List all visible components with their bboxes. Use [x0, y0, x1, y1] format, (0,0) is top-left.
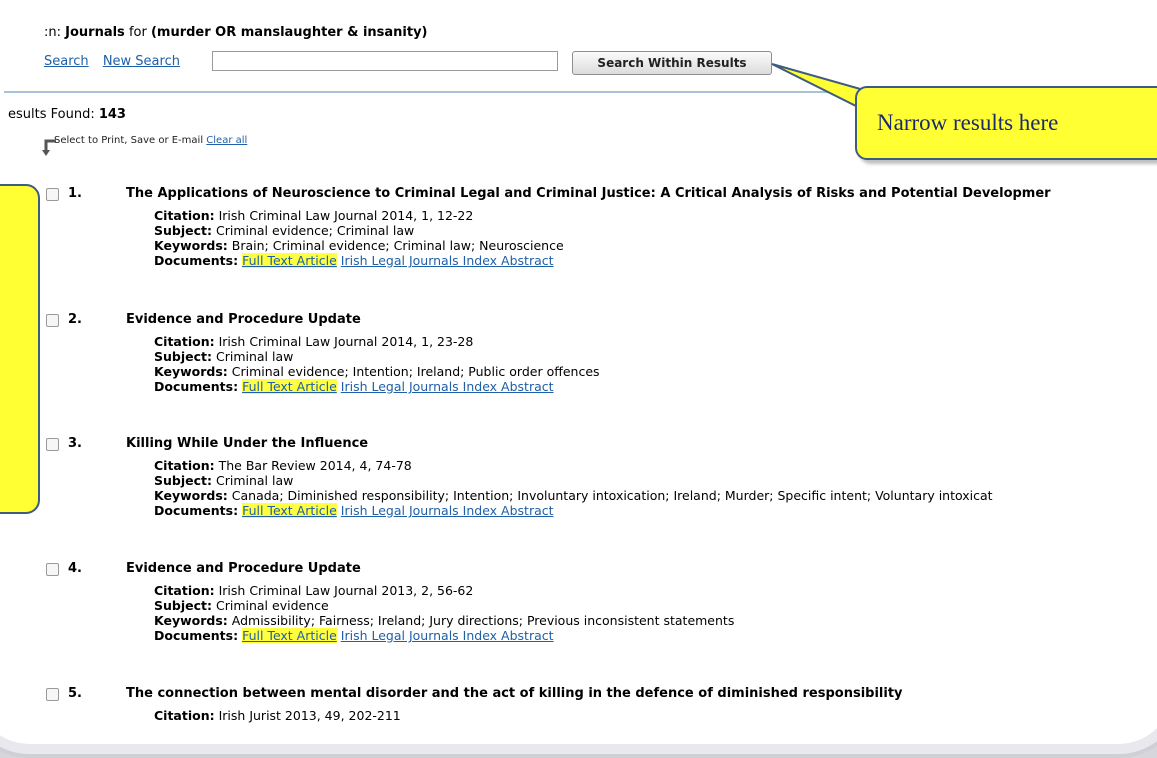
- keywords-label: Keywords:: [154, 488, 228, 503]
- search-link[interactable]: Search: [44, 54, 89, 69]
- callout-text: Narrow results here: [877, 110, 1059, 135]
- abstract-link[interactable]: Irish Legal Journals Index Abstract: [341, 253, 554, 268]
- result-subject: Subject: Criminal evidence; Criminal law: [154, 223, 414, 238]
- result-keywords: Keywords: Canada; Diminished responsibil…: [154, 488, 993, 503]
- for-label: for: [128, 25, 147, 40]
- result-title[interactable]: The Applications of Neuroscience to Crim…: [126, 186, 1051, 201]
- new-search-link[interactable]: New Search: [103, 54, 180, 69]
- search-prefix: :n:: [44, 25, 61, 40]
- citation-value: Irish Jurist 2013, 49, 202-211: [218, 708, 401, 723]
- citation-label: Citation:: [154, 708, 215, 723]
- result-citation: Citation: Irish Criminal Law Journal 201…: [154, 334, 473, 349]
- subject-value: Criminal law: [215, 473, 294, 488]
- result-documents: Documents: Full Text Article Irish Legal…: [154, 628, 554, 643]
- clear-all-link[interactable]: Clear all: [206, 135, 247, 146]
- documents-label: Documents:: [154, 253, 239, 268]
- callout-left-box: [0, 184, 40, 514]
- search-summary: :n: Journals for (murder OR manslaughter…: [44, 25, 428, 40]
- full-text-link[interactable]: Full Text Article: [242, 379, 337, 394]
- result-keywords: Keywords: Brain; Criminal evidence; Crim…: [154, 238, 564, 253]
- result-citation: Citation: Irish Jurist 2013, 49, 202-211: [154, 708, 401, 723]
- keywords-value: Brain; Criminal evidence; Criminal law; …: [231, 238, 564, 253]
- result-number: 3.: [68, 436, 82, 451]
- abstract-link[interactable]: Irish Legal Journals Index Abstract: [341, 503, 554, 518]
- results-found-count: 143: [98, 107, 126, 122]
- keywords-value: Canada; Diminished responsibility; Inten…: [231, 488, 993, 503]
- subject-label: Subject:: [154, 349, 212, 364]
- subject-label: Subject:: [154, 223, 212, 238]
- documents-label: Documents:: [154, 503, 239, 518]
- citation-value: Irish Criminal Law Journal 2013, 2, 56-6…: [218, 583, 474, 598]
- print-bar-label: Select to Print, Save or E-mail: [54, 135, 204, 146]
- page-content: :n: Journals for (murder OR manslaughter…: [0, 4, 1157, 751]
- search-links: Search New Search: [44, 54, 190, 69]
- subject-label: Subject:: [154, 473, 212, 488]
- result-number: 1.: [68, 186, 82, 201]
- subject-label: Subject:: [154, 598, 212, 613]
- result-subject: Subject: Criminal evidence: [154, 598, 329, 613]
- abstract-link[interactable]: Irish Legal Journals Index Abstract: [341, 628, 554, 643]
- results-found: esults Found: 143: [8, 107, 126, 122]
- screenshot-frame: :n: Journals for (murder OR manslaughter…: [0, 0, 1157, 758]
- result-checkbox[interactable]: [46, 688, 59, 701]
- citation-value: The Bar Review 2014, 4, 74-78: [218, 458, 412, 473]
- result-title[interactable]: Evidence and Procedure Update: [126, 561, 361, 576]
- result-documents: Documents: Full Text Article Irish Legal…: [154, 503, 554, 518]
- search-query: (murder OR manslaughter & insanity): [150, 25, 428, 40]
- keywords-label: Keywords:: [154, 613, 228, 628]
- result-number: 2.: [68, 312, 82, 327]
- citation-label: Citation:: [154, 334, 215, 349]
- result-subject: Subject: Criminal law: [154, 473, 293, 488]
- subject-value: Criminal evidence: [215, 598, 329, 613]
- keywords-label: Keywords:: [154, 364, 228, 379]
- search-within-button[interactable]: Search Within Results: [572, 51, 772, 75]
- full-text-link[interactable]: Full Text Article: [242, 503, 337, 518]
- documents-label: Documents:: [154, 628, 239, 643]
- subject-value: Criminal evidence; Criminal law: [215, 223, 415, 238]
- citation-value: Irish Criminal Law Journal 2014, 1, 23-2…: [218, 334, 474, 349]
- citation-label: Citation:: [154, 208, 215, 223]
- result-documents: Documents: Full Text Article Irish Legal…: [154, 379, 554, 394]
- result-citation: Citation: Irish Criminal Law Journal 201…: [154, 583, 473, 598]
- citation-label: Citation:: [154, 458, 215, 473]
- citation-label: Citation:: [154, 583, 215, 598]
- result-checkbox[interactable]: [46, 314, 59, 327]
- results-found-label: esults Found:: [8, 107, 95, 122]
- result-checkbox[interactable]: [46, 563, 59, 576]
- full-text-link[interactable]: Full Text Article: [242, 628, 337, 643]
- result-title[interactable]: Evidence and Procedure Update: [126, 312, 361, 327]
- subject-value: Criminal law: [215, 349, 294, 364]
- result-number: 5.: [68, 686, 82, 701]
- keywords-label: Keywords:: [154, 238, 228, 253]
- result-documents: Documents: Full Text Article Irish Legal…: [154, 253, 554, 268]
- full-text-link[interactable]: Full Text Article: [242, 253, 337, 268]
- result-checkbox[interactable]: [46, 438, 59, 451]
- search-scope: Journals: [65, 25, 125, 40]
- result-subject: Subject: Criminal law: [154, 349, 293, 364]
- result-checkbox[interactable]: [46, 188, 59, 201]
- search-within-input[interactable]: [212, 51, 558, 71]
- result-title[interactable]: The connection between mental disorder a…: [126, 686, 903, 701]
- print-bar: Select to Print, Save or E-mail Clear al…: [54, 135, 247, 146]
- result-title[interactable]: Killing While Under the Influence: [126, 436, 368, 451]
- result-keywords: Keywords: Admissibility; Fairness; Irela…: [154, 613, 734, 628]
- result-number: 4.: [68, 561, 82, 576]
- result-citation: Citation: The Bar Review 2014, 4, 74-78: [154, 458, 412, 473]
- result-citation: Citation: Irish Criminal Law Journal 201…: [154, 208, 473, 223]
- abstract-link[interactable]: Irish Legal Journals Index Abstract: [341, 379, 554, 394]
- keywords-value: Criminal evidence; Intention; Ireland; P…: [231, 364, 600, 379]
- citation-value: Irish Criminal Law Journal 2014, 1, 12-2…: [218, 208, 474, 223]
- result-keywords: Keywords: Criminal evidence; Intention; …: [154, 364, 600, 379]
- keywords-value: Admissibility; Fairness; Ireland; Jury d…: [231, 613, 735, 628]
- documents-label: Documents:: [154, 379, 239, 394]
